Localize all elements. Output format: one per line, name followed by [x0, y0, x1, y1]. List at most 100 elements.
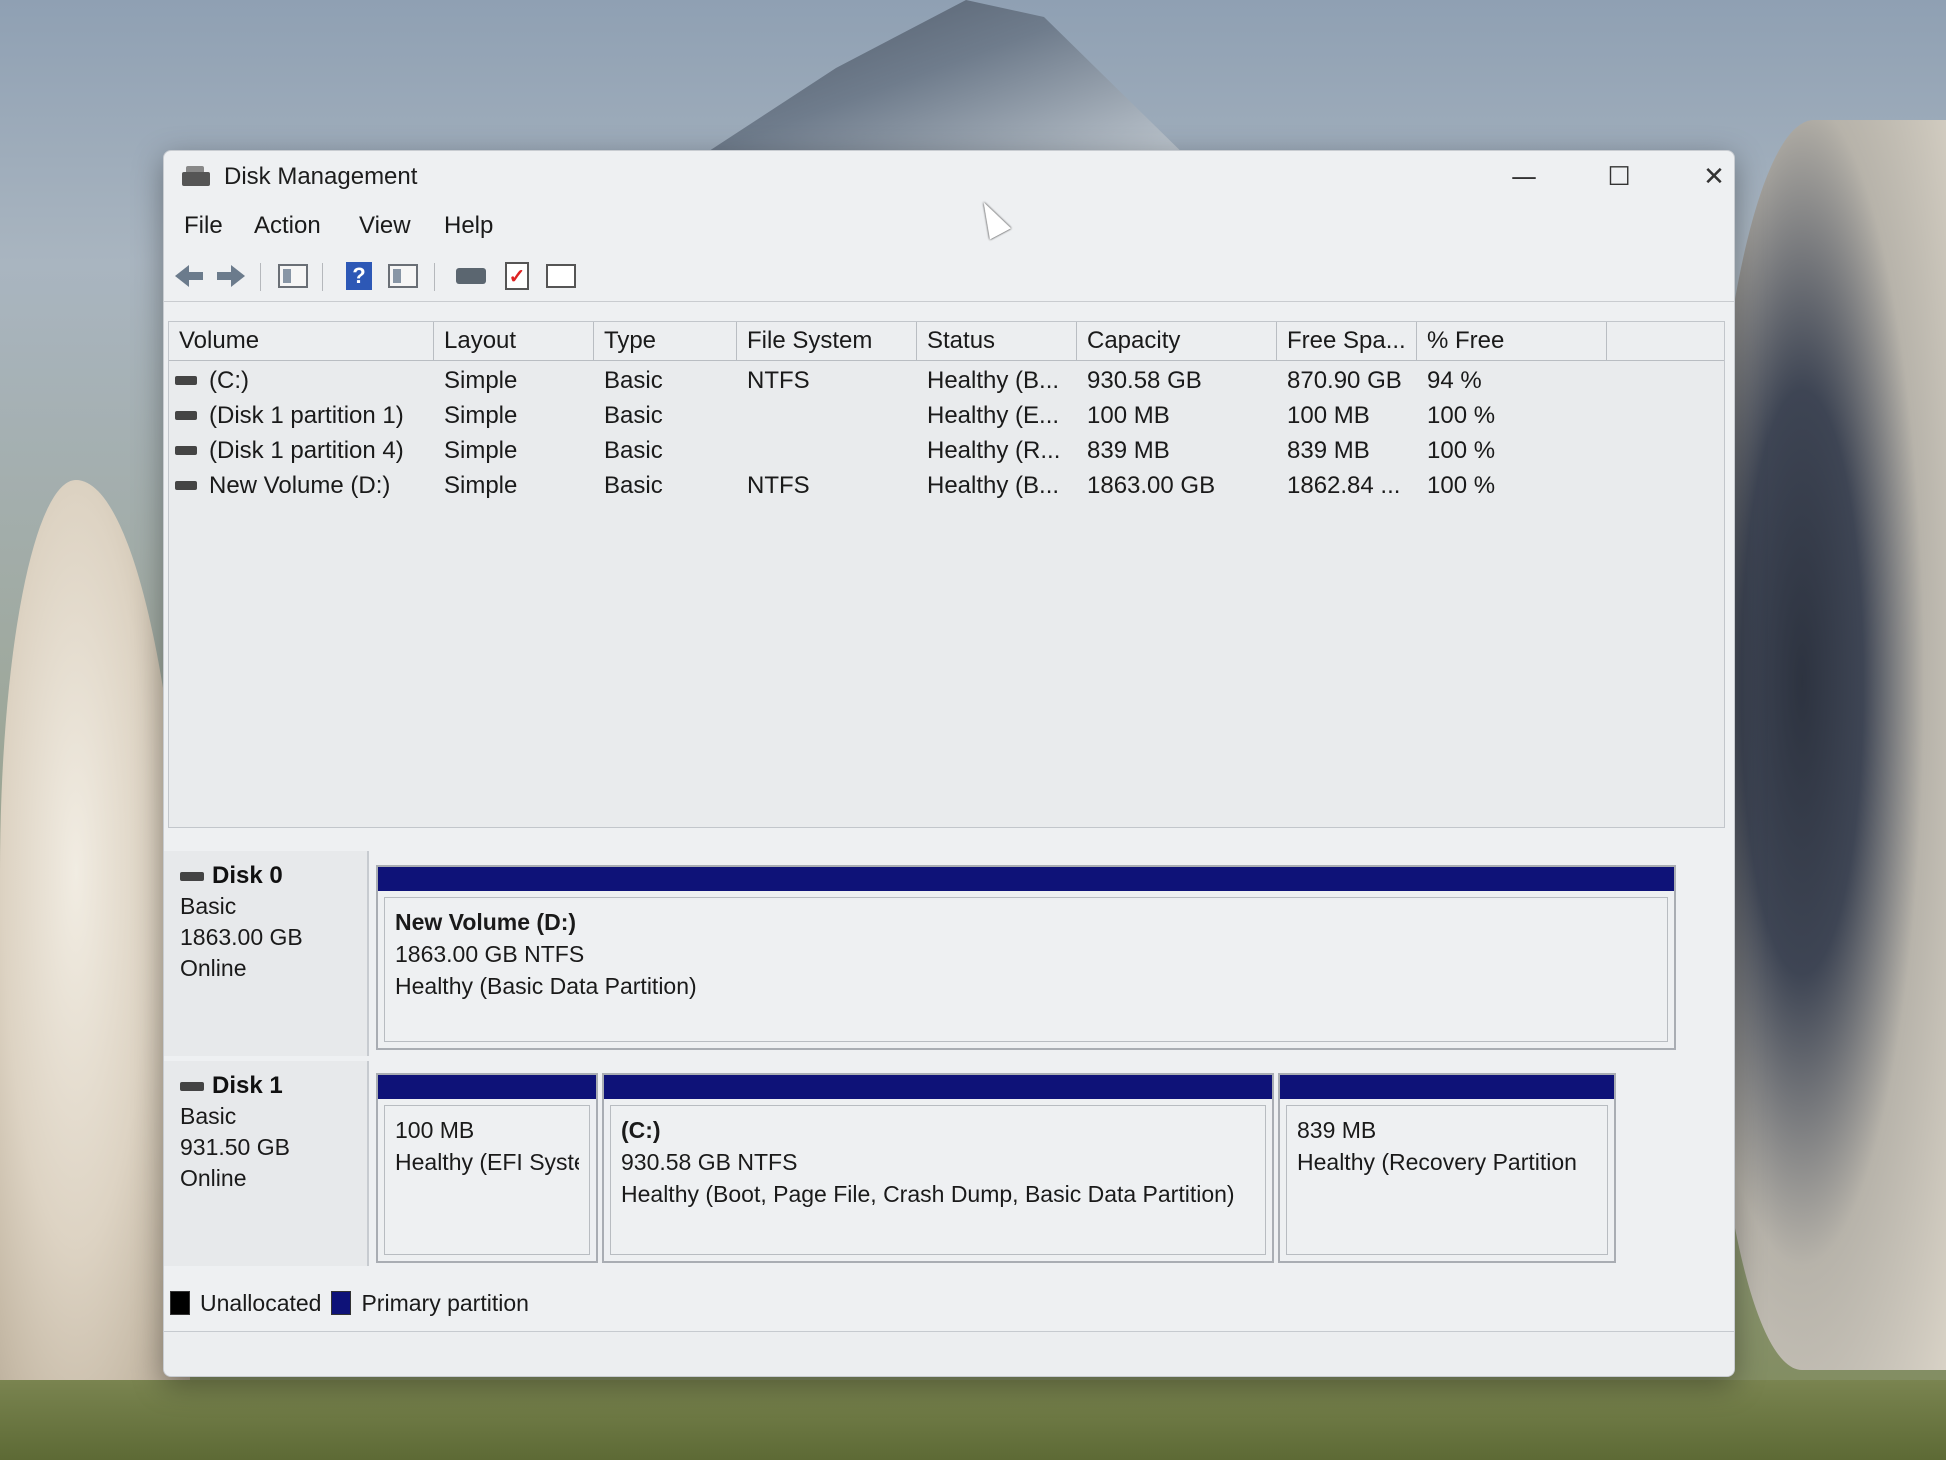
partition-new-volume-d[interactable]: New Volume (D:) 1863.00 GB NTFS Healthy …	[376, 865, 1676, 1050]
col-capacity[interactable]: Capacity	[1077, 322, 1277, 360]
partition-status: Healthy (Basic Data Partition)	[395, 973, 697, 999]
disk-icon	[180, 1081, 204, 1091]
disk-0-state: Online	[180, 955, 247, 981]
partition-size: 1863.00 GB NTFS	[395, 941, 585, 967]
cell-capacity: 1863.00 GB	[1087, 472, 1216, 499]
cell-volume: (Disk 1 partition 1)	[209, 402, 404, 429]
volume-list: Volume Layout Type File System Status Ca…	[168, 321, 1725, 828]
partition-size: 930.58 GB NTFS	[621, 1149, 798, 1175]
col-volume[interactable]: Volume	[169, 322, 434, 360]
cell-capacity: 930.58 GB	[1087, 367, 1202, 394]
partition-name: New Volume (D:)	[395, 909, 577, 935]
cell-type: Basic	[604, 437, 663, 464]
partition-efi[interactable]: 100 MB Healthy (EFI Syste	[376, 1073, 598, 1263]
partition-status: Healthy (Boot, Page File, Crash Dump, Ba…	[621, 1181, 1235, 1207]
cell-capacity: 100 MB	[1087, 402, 1170, 429]
table-row[interactable]: (Disk 1 partition 4) Simple Basic Health…	[169, 434, 1724, 468]
cell-file-system: NTFS	[747, 472, 810, 499]
menu-action[interactable]: Action	[254, 212, 321, 240]
cell-layout: Simple	[444, 437, 518, 464]
disk-graphical-view: Disk 0 Basic 1863.00 GB Online New Volum…	[164, 851, 1704, 1271]
partition-status: Healthy (EFI Syste	[395, 1149, 579, 1175]
volume-icon	[175, 481, 197, 490]
disk-0-name: Disk 0	[212, 862, 283, 889]
disk-icon	[180, 871, 204, 881]
cell-free-space: 1862.84 ...	[1287, 472, 1401, 499]
connect-disk-icon[interactable]	[454, 261, 488, 291]
cell-layout: Simple	[444, 472, 518, 499]
col-type[interactable]: Type	[594, 322, 737, 360]
cell-volume: New Volume (D:)	[209, 472, 391, 499]
minimize-button[interactable]: —	[1494, 159, 1554, 195]
table-row[interactable]: (C:) Simple Basic NTFS Healthy (B... 930…	[169, 364, 1724, 398]
cell-file-system: NTFS	[747, 367, 810, 394]
disk-management-window: Disk Management — ☐ ✕ File Action View H…	[163, 150, 1735, 1377]
disk-1-state: Online	[180, 1165, 247, 1191]
cell-percent-free: 100 %	[1427, 437, 1496, 464]
legend-unallocated: Unallocated	[200, 1289, 322, 1316]
cell-layout: Simple	[444, 367, 518, 394]
cell-free-space: 870.90 GB	[1287, 367, 1402, 394]
disk-1-label[interactable]: Disk 1 Basic 931.50 GB Online	[164, 1061, 369, 1266]
legend-primary-partition: Primary partition	[361, 1289, 529, 1316]
disk-1-name: Disk 1	[212, 1072, 283, 1099]
col-status[interactable]: Status	[917, 322, 1077, 360]
col-percent-free[interactable]: % Free	[1417, 322, 1607, 360]
table-row[interactable]: (Disk 1 partition 1) Simple Basic Health…	[169, 399, 1724, 433]
disk-0-size: 1863.00 GB	[180, 924, 303, 950]
status-bar	[164, 1331, 1734, 1376]
cell-percent-free: 100 %	[1427, 402, 1496, 429]
cell-type: Basic	[604, 472, 663, 499]
partition-name: (C:)	[621, 1117, 661, 1143]
table-row[interactable]: New Volume (D:) Simple Basic NTFS Health…	[169, 469, 1724, 503]
checkmark-icon[interactable]: ✓	[500, 261, 534, 291]
menu-bar: File Action View Help	[164, 206, 1734, 246]
cell-capacity: 839 MB	[1087, 437, 1170, 464]
disk-1-type: Basic	[180, 1103, 237, 1129]
cell-type: Basic	[604, 367, 663, 394]
menu-file[interactable]: File	[184, 212, 223, 240]
primary-partition-bar	[1280, 1075, 1614, 1099]
list-view-icon[interactable]	[544, 261, 578, 291]
col-free-space[interactable]: Free Spa...	[1277, 322, 1417, 360]
volume-icon	[175, 411, 197, 420]
properties-icon[interactable]	[386, 261, 420, 291]
volume-icon	[175, 376, 197, 385]
cell-volume: (C:)	[209, 367, 249, 394]
cell-status: Healthy (E...	[927, 402, 1060, 429]
cell-status: Healthy (B...	[927, 472, 1060, 499]
forward-icon[interactable]	[214, 261, 248, 291]
cell-free-space: 839 MB	[1287, 437, 1370, 464]
background-sheep-left	[0, 480, 190, 1460]
help-icon[interactable]: ?	[342, 261, 376, 291]
back-icon[interactable]	[172, 261, 206, 291]
window-title: Disk Management	[224, 163, 418, 190]
title-bar[interactable]: Disk Management — ☐ ✕	[164, 151, 1734, 201]
col-layout[interactable]: Layout	[434, 322, 594, 360]
cell-percent-free: 94 %	[1427, 367, 1482, 394]
partition-size: 100 MB	[395, 1117, 475, 1143]
disk-0-type: Basic	[180, 893, 237, 919]
primary-partition-bar	[378, 1075, 596, 1099]
close-button[interactable]: ✕	[1684, 159, 1734, 195]
disk-0-label[interactable]: Disk 0 Basic 1863.00 GB Online	[164, 851, 369, 1056]
toolbar: ? ✓	[164, 251, 1734, 302]
partition-size: 839 MB	[1297, 1117, 1377, 1143]
partition-c[interactable]: (C:) 930.58 GB NTFS Healthy (Boot, Page …	[602, 1073, 1274, 1263]
primary-partition-bar	[604, 1075, 1272, 1099]
cell-type: Basic	[604, 402, 663, 429]
unallocated-swatch	[170, 1291, 190, 1315]
menu-view[interactable]: View	[359, 212, 411, 240]
background-grass	[0, 1380, 1946, 1460]
primary-partition-swatch	[331, 1291, 352, 1315]
console-tree-icon[interactable]	[276, 261, 310, 291]
col-file-system[interactable]: File System	[737, 322, 917, 360]
menu-help[interactable]: Help	[444, 212, 493, 240]
cell-status: Healthy (B...	[927, 367, 1060, 394]
disk-1-size: 931.50 GB	[180, 1134, 290, 1160]
partition-recovery[interactable]: 839 MB Healthy (Recovery Partition	[1278, 1073, 1616, 1263]
maximize-button[interactable]: ☐	[1589, 159, 1649, 195]
volume-list-header: Volume Layout Type File System Status Ca…	[169, 322, 1724, 361]
volume-icon	[175, 446, 197, 455]
cell-layout: Simple	[444, 402, 518, 429]
